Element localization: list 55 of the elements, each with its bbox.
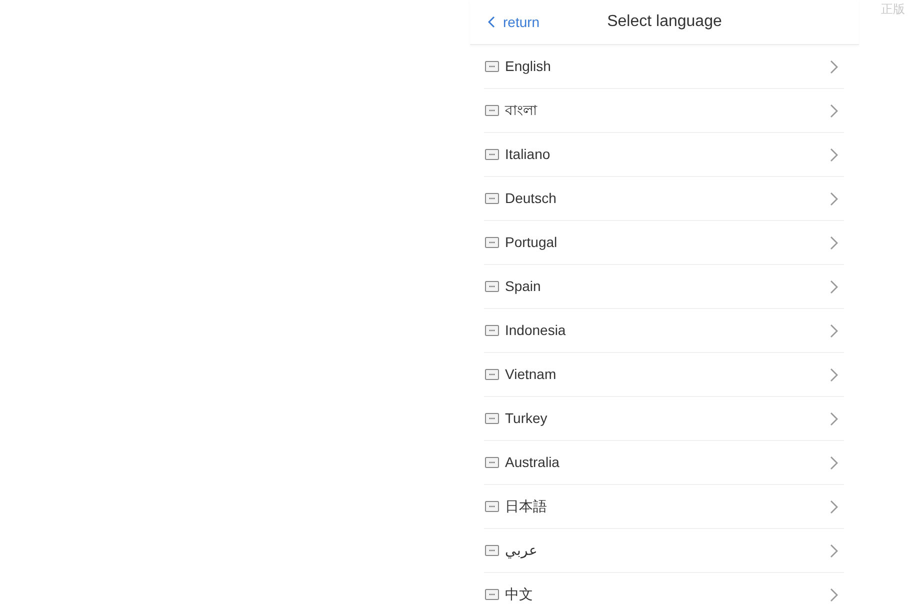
message-icon: [485, 105, 499, 116]
language-item[interactable]: Deutsch: [484, 177, 844, 221]
language-label: Australia: [505, 453, 560, 472]
language-label: বাংলা: [505, 101, 538, 120]
message-icon: [485, 457, 499, 468]
chevron-right-icon: [830, 544, 838, 558]
chevron-right-icon: [830, 456, 838, 470]
chevron-right-icon: [830, 324, 838, 338]
message-icon: [485, 501, 499, 512]
chevron-right-icon: [830, 148, 838, 162]
message-icon: [485, 413, 499, 424]
message-icon: [485, 149, 499, 160]
language-label: English: [505, 57, 552, 76]
message-icon: [485, 589, 499, 600]
page-title: Select language: [606, 12, 723, 32]
language-label: Italiano: [505, 145, 552, 164]
chevron-right-icon: [830, 192, 838, 206]
chevron-right-icon: [830, 60, 838, 74]
chevron-right-icon: [830, 412, 838, 426]
message-icon: [485, 325, 499, 336]
language-label: Deutsch: [505, 189, 558, 208]
language-item[interactable]: Italiano: [484, 133, 844, 177]
language-item[interactable]: Portugal: [484, 221, 844, 265]
back-button[interactable]: return: [488, 12, 540, 32]
language-label: Vietnam: [505, 365, 558, 384]
chevron-right-icon: [830, 236, 838, 250]
language-label: Portugal: [505, 233, 558, 252]
language-item[interactable]: Vietnam: [484, 353, 844, 397]
language-label: 中文: [505, 585, 534, 604]
back-chevron-icon: [488, 16, 495, 28]
message-icon: [485, 193, 499, 204]
message-icon: [485, 61, 499, 72]
chevron-right-icon: [830, 500, 838, 514]
chevron-right-icon: [830, 588, 838, 602]
language-label: Indonesia: [505, 321, 567, 340]
language-item[interactable]: Spain: [484, 265, 844, 309]
language-item[interactable]: English: [484, 45, 844, 89]
message-icon: [485, 237, 499, 248]
language-label: 日本語: [505, 497, 548, 516]
language-label: Turkey: [505, 409, 548, 428]
chevron-right-icon: [830, 280, 838, 294]
language-item[interactable]: 中文: [484, 573, 844, 611]
language-item[interactable]: 日本語: [484, 485, 844, 529]
chevron-right-icon: [830, 368, 838, 382]
language-label: Spain: [505, 277, 542, 296]
language-item[interactable]: Indonesia: [484, 309, 844, 353]
message-icon: [485, 545, 499, 556]
language-item[interactable]: Australia: [484, 441, 844, 485]
message-icon: [485, 369, 499, 380]
chevron-right-icon: [830, 104, 838, 118]
language-item[interactable]: عربي: [484, 529, 844, 573]
language-item[interactable]: Turkey: [484, 397, 844, 441]
language-label: عربي: [505, 541, 538, 560]
language-item[interactable]: বাংলা: [484, 89, 844, 133]
message-icon: [485, 281, 499, 292]
